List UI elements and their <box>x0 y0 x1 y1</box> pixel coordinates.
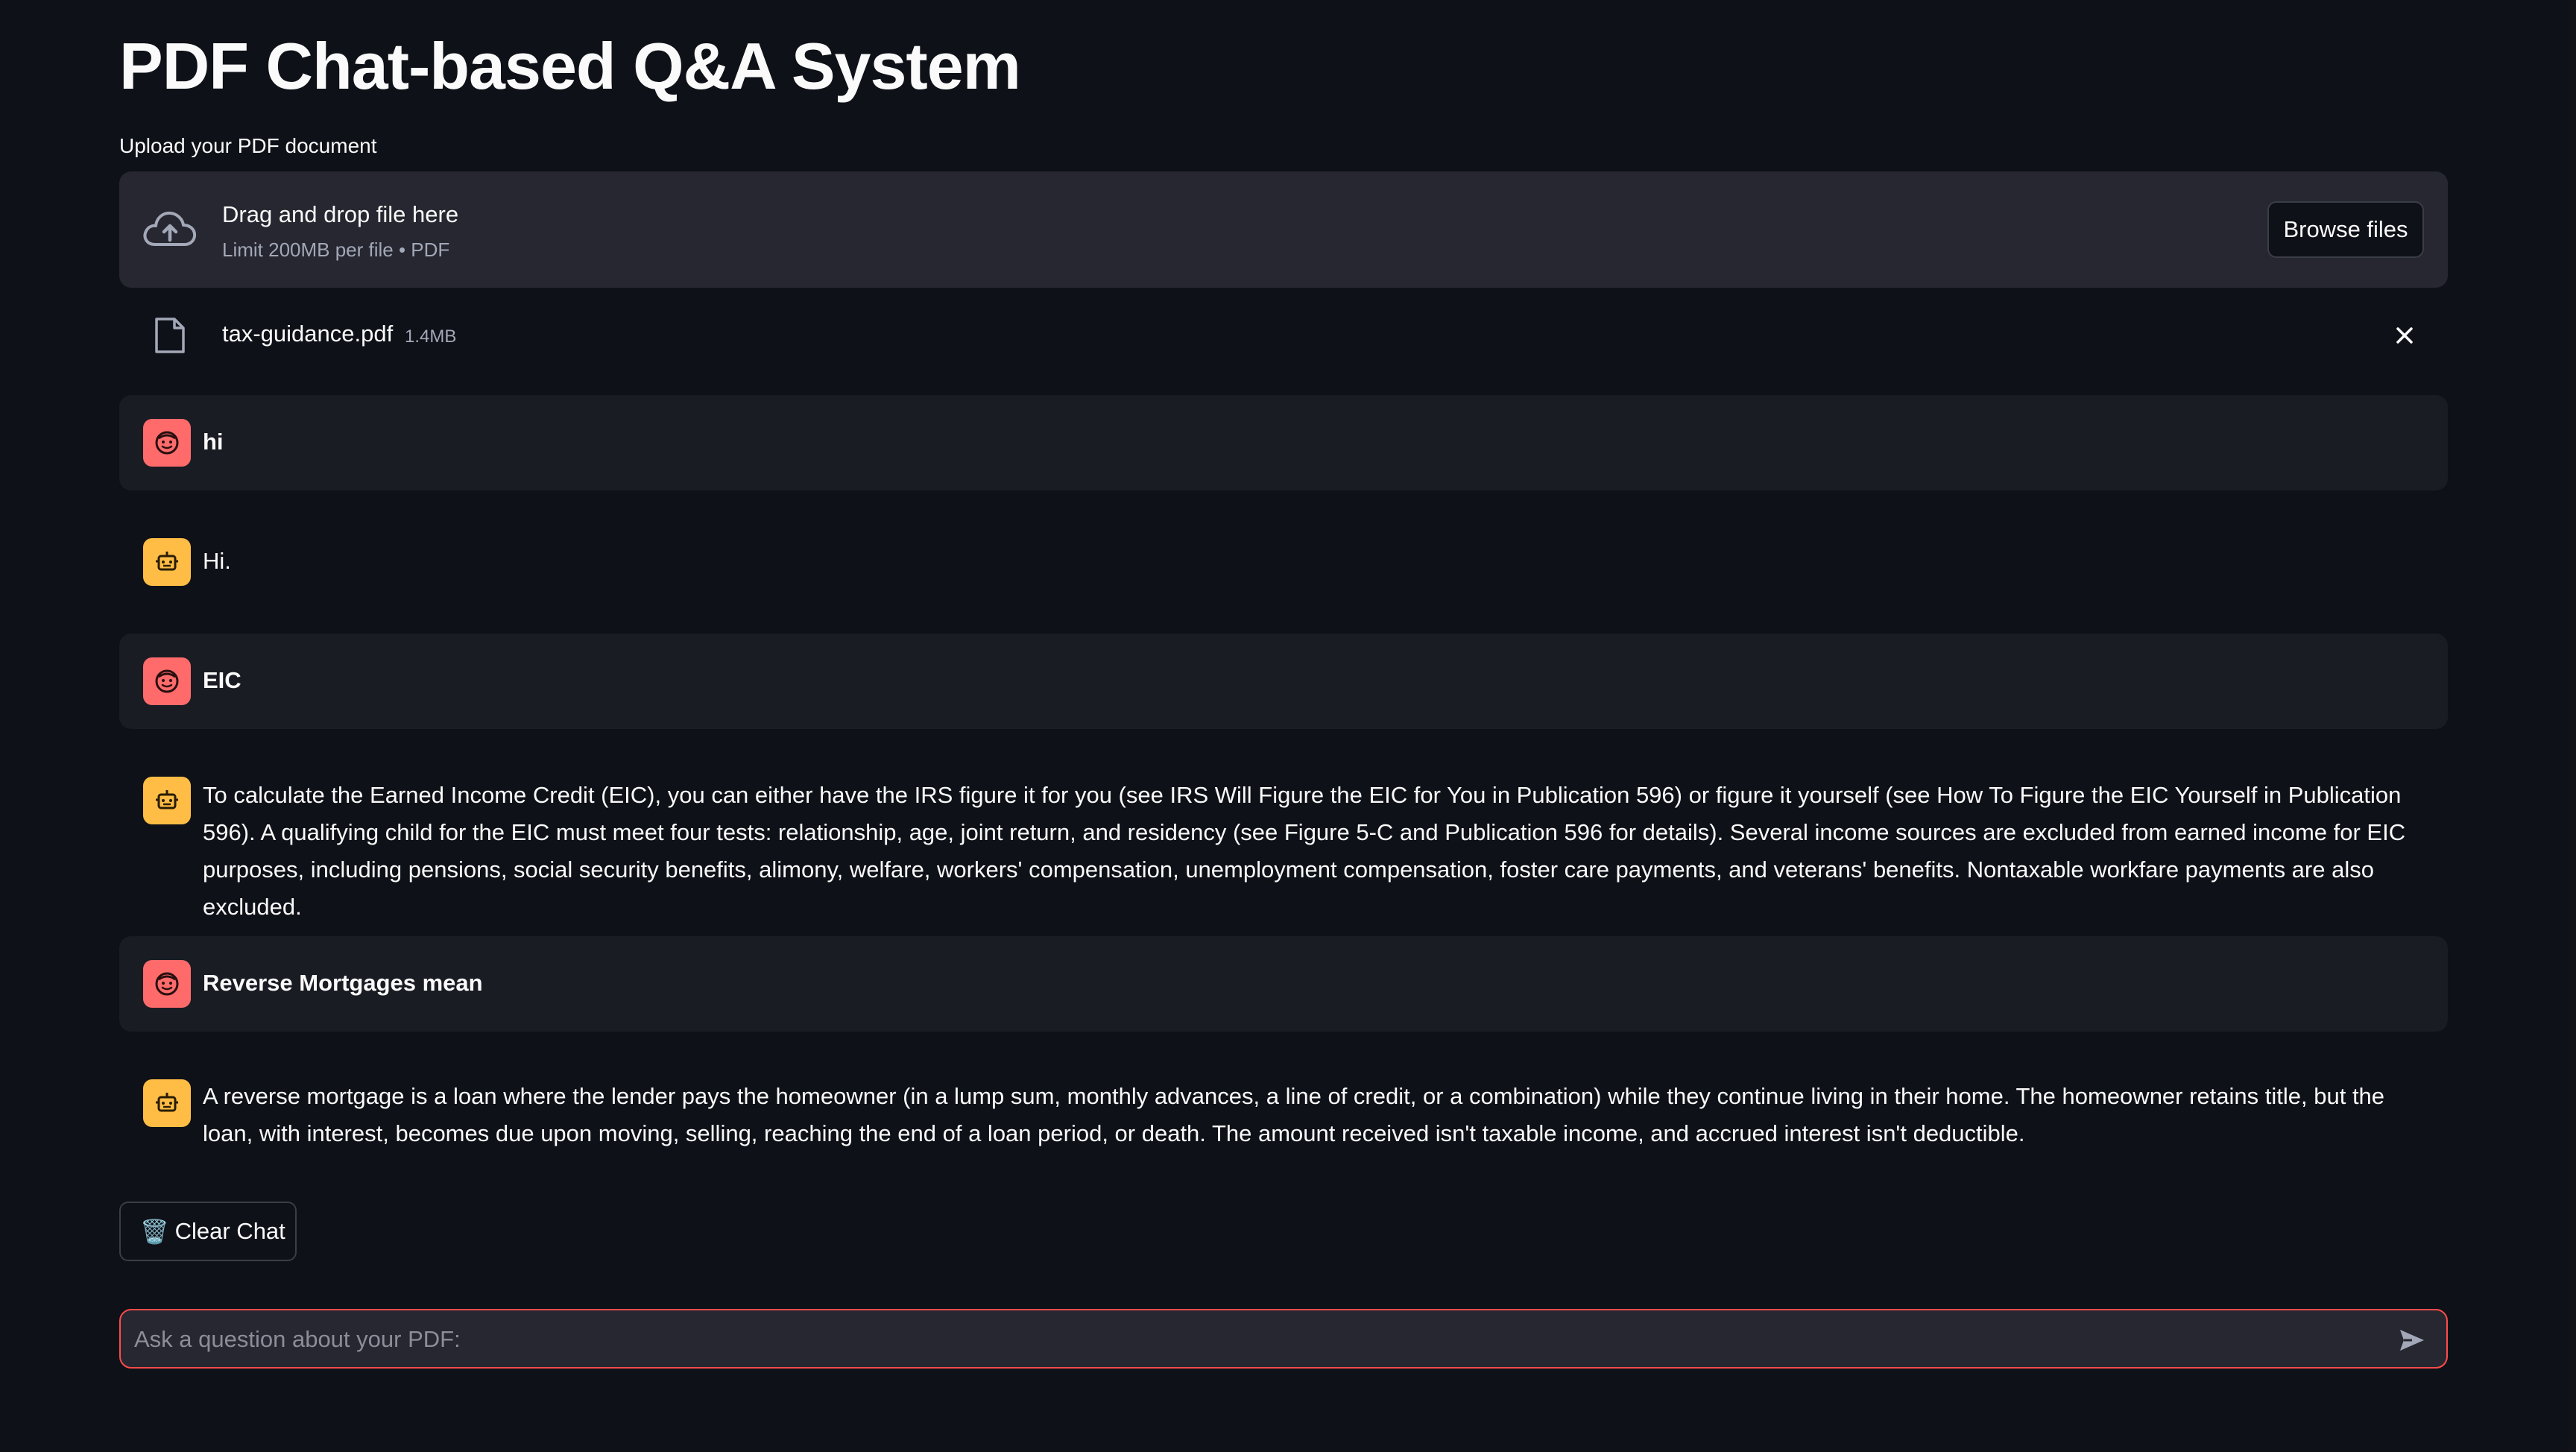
send-icon[interactable] <box>2397 1325 2427 1355</box>
clear-chat-button[interactable]: 🗑️ Clear Chat <box>119 1202 297 1261</box>
chat-message-assistant: A reverse mortgage is a loan where the l… <box>119 1055 2448 1167</box>
close-icon[interactable] <box>2388 319 2421 352</box>
message-text: A reverse mortgage is a loan where the l… <box>203 1083 2385 1146</box>
chat-input-container <box>119 1309 2448 1369</box>
message-text: Hi. <box>203 548 231 574</box>
chat-message-user: EIC <box>119 634 2448 729</box>
upload-label: Upload your PDF document <box>119 134 377 157</box>
dropzone-title: Drag and drop file here <box>222 201 459 227</box>
browse-files-button[interactable]: Browse files <box>2267 201 2424 258</box>
app-page: PDF Chat-based Q&A System Upload your PD… <box>0 0 2576 1452</box>
user-avatar-icon <box>143 419 191 467</box>
user-avatar-icon <box>143 960 191 1008</box>
chat-message-assistant: To calculate the Earned Income Credit (E… <box>119 753 2448 924</box>
message-text: To calculate the Earned Income Credit (E… <box>203 782 2406 920</box>
user-avatar-icon <box>143 657 191 705</box>
chat-message-assistant: Hi. <box>119 514 2448 610</box>
bot-avatar-icon <box>143 1079 191 1127</box>
file-icon <box>155 318 185 353</box>
cloud-upload-icon <box>143 211 197 246</box>
uploaded-file-row: tax-guidance.pdf 1.4MB <box>119 304 2448 367</box>
chat-message-user: Reverse Mortgages mean <box>119 936 2448 1032</box>
message-text: hi <box>203 429 224 455</box>
trash-icon: 🗑️ <box>140 1218 169 1245</box>
file-dropzone[interactable]: Drag and drop file here Limit 200MB per … <box>119 171 2448 288</box>
file-size: 1.4MB <box>405 326 457 347</box>
chat-message-user: hi <box>119 395 2448 490</box>
message-text: Reverse Mortgages mean <box>203 970 483 996</box>
dropzone-limit-text: Limit 200MB per file • PDF <box>222 239 450 261</box>
scrollbar[interactable] <box>2569 0 2576 1452</box>
bot-avatar-icon <box>143 538 191 586</box>
page-title: PDF Chat-based Q&A System <box>119 29 1021 103</box>
chat-input[interactable] <box>133 1310 2342 1369</box>
clear-chat-label: Clear Chat <box>174 1218 285 1244</box>
bot-avatar-icon <box>143 777 191 824</box>
file-name: tax-guidance.pdf <box>222 321 394 347</box>
message-text: EIC <box>203 667 242 693</box>
